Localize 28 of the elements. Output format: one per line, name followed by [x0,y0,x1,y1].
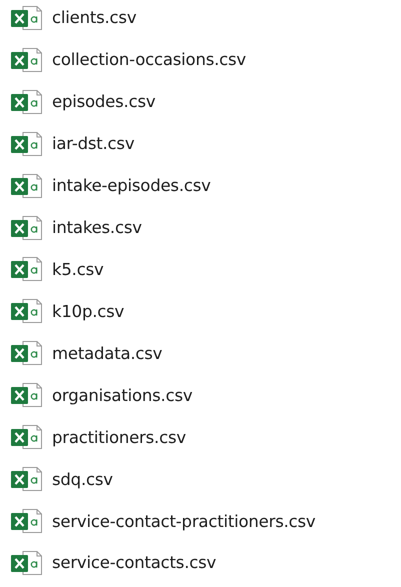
file-name[interactable]: organisations.csv [52,386,192,405]
spreadsheet-file-icon [10,508,43,534]
spreadsheet-file-icon [10,298,43,324]
spreadsheet-file-icon [10,88,43,115]
spreadsheet-file-icon [10,382,43,408]
file-name[interactable]: intake-episodes.csv [52,176,211,196]
file-name[interactable]: practitioners.csv [52,428,186,447]
file-name[interactable]: intakes.csv [52,218,142,238]
file-name[interactable]: clients.csv [52,8,136,28]
spreadsheet-file-icon [10,550,43,576]
spreadsheet-file-icon [10,172,43,199]
spreadsheet-file-icon [10,214,43,241]
file-name[interactable]: metadata.csv [52,344,162,363]
file-name[interactable]: service-contact-practitioners.csv [52,512,316,531]
spreadsheet-file-icon [10,46,43,73]
spreadsheet-file-icon [10,340,43,366]
file-name[interactable]: k10p.csv [52,302,124,321]
spreadsheet-file-icon [10,4,43,31]
file-name[interactable]: collection-occasions.csv [52,50,246,70]
spreadsheet-file-icon [10,424,43,450]
file-name[interactable]: sdq.csv [52,470,113,489]
file-name[interactable]: iar-dst.csv [52,134,134,154]
spreadsheet-file-icon [10,466,43,492]
spreadsheet-file-icon [10,256,43,282]
file-name[interactable]: k5.csv [52,260,104,279]
file-name[interactable]: episodes.csv [52,92,156,112]
spreadsheet-file-icon [10,130,43,157]
file-name[interactable]: service-contacts.csv [52,553,216,572]
